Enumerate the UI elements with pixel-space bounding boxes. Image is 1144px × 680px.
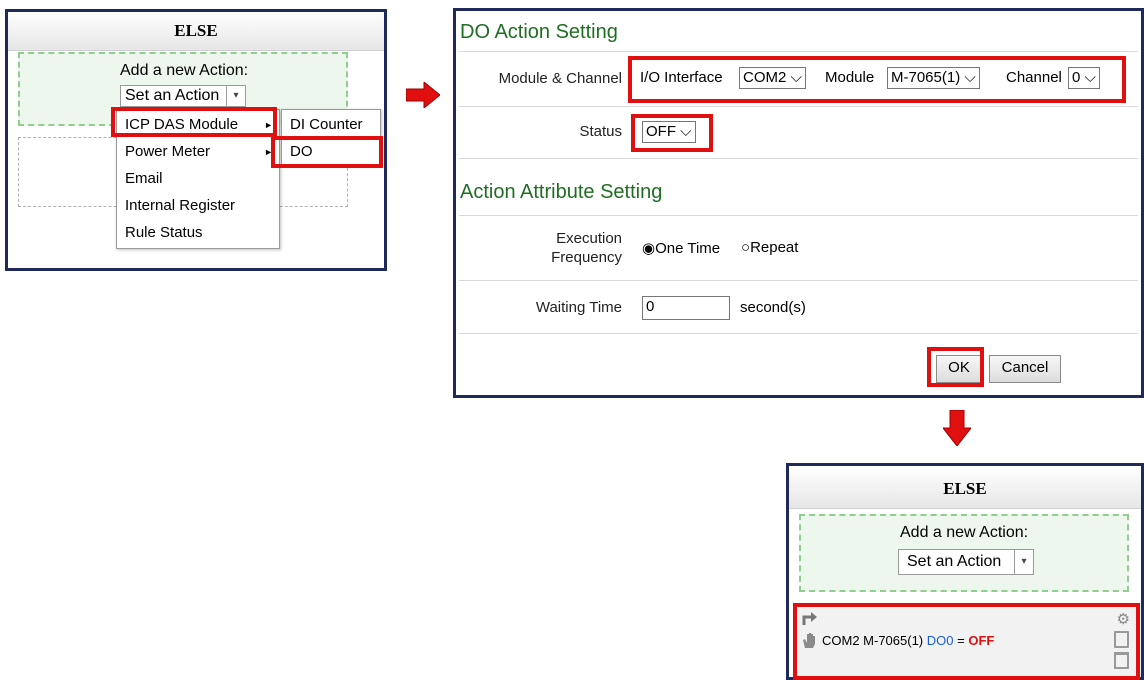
execution-frequency-row: Execution Frequency ◉One Time ○Repeat — [459, 215, 1138, 280]
set-action-label-result: Set an Action — [907, 553, 1002, 570]
radio-checked-icon: ◉ — [642, 240, 656, 257]
add-action-label: Add a new Action: — [120, 62, 249, 79]
radio-unchecked-icon: ○ — [741, 239, 751, 256]
highlight-module-channel — [628, 56, 1126, 103]
add-action-box-result: Add a new Action: Set an Action ▾ — [799, 514, 1129, 592]
highlight-status — [631, 114, 713, 152]
highlight-do — [271, 136, 383, 168]
radio-one-time-label: One Time — [655, 240, 721, 257]
waiting-time-input[interactable]: 0 — [642, 296, 730, 320]
radio-repeat[interactable]: ○Repeat — [741, 239, 798, 256]
status-row: Status OFF ⌵ — [459, 106, 1138, 158]
exec-freq-line2: Frequency — [551, 249, 622, 266]
exec-freq-line1: Execution — [556, 230, 622, 247]
highlight-icp-das-module — [111, 107, 277, 137]
menu-item-rule-status[interactable]: Rule Status — [117, 220, 279, 246]
execution-frequency-label: Execution Frequency — [459, 229, 622, 267]
do-action-settings-panel: DO Action Setting Module & Channel I/O I… — [453, 8, 1144, 398]
arrow-down-icon — [943, 410, 971, 446]
module-channel-label: Module & Channel — [498, 70, 622, 87]
menu-item-power-meter[interactable]: Power Meter ► — [117, 139, 279, 165]
else-panel-result-title: ELSE — [789, 466, 1141, 509]
waiting-time-row: Waiting Time 0 second(s) — [459, 280, 1138, 333]
else-panel-menu: ELSE Add a new Action: Set an Action ▾ I… — [5, 9, 387, 271]
arrow-right-icon — [406, 82, 440, 108]
menu-item-internal-register[interactable]: Internal Register — [117, 193, 279, 219]
dropdown-arrow-icon: ▾ — [1014, 550, 1033, 574]
else-panel-title: ELSE — [8, 12, 384, 51]
do-action-setting-title: DO Action Setting — [460, 21, 618, 43]
button-row: OK Cancel — [459, 333, 1138, 395]
dropdown-arrow-icon: ▾ — [226, 86, 245, 106]
action-attribute-setting-title: Action Attribute Setting — [460, 181, 663, 203]
highlight-action-item — [793, 603, 1140, 680]
set-action-dropdown-result[interactable]: Set an Action ▾ — [898, 549, 1034, 575]
radio-repeat-label: Repeat — [750, 239, 799, 256]
highlight-ok — [927, 347, 984, 387]
cancel-button[interactable]: Cancel — [989, 355, 1061, 383]
waiting-time-unit: second(s) — [740, 299, 806, 316]
radio-one-time[interactable]: ◉One Time — [642, 239, 720, 257]
menu-item-label: Power Meter — [125, 143, 211, 160]
else-panel-result: ELSE Add a new Action: Set an Action ▾ C… — [786, 463, 1144, 680]
set-action-label: Set an Action — [125, 87, 220, 104]
add-action-label-result: Add a new Action: — [900, 524, 1029, 541]
waiting-time-label: Waiting Time — [535, 299, 622, 316]
submenu-item-di-counter[interactable]: DI Counter — [282, 112, 380, 138]
status-label: Status — [579, 123, 622, 140]
attr-title-row: Action Attribute Setting — [459, 158, 1138, 215]
menu-item-email[interactable]: Email — [117, 166, 279, 192]
set-action-dropdown[interactable]: Set an Action ▾ — [120, 85, 246, 107]
